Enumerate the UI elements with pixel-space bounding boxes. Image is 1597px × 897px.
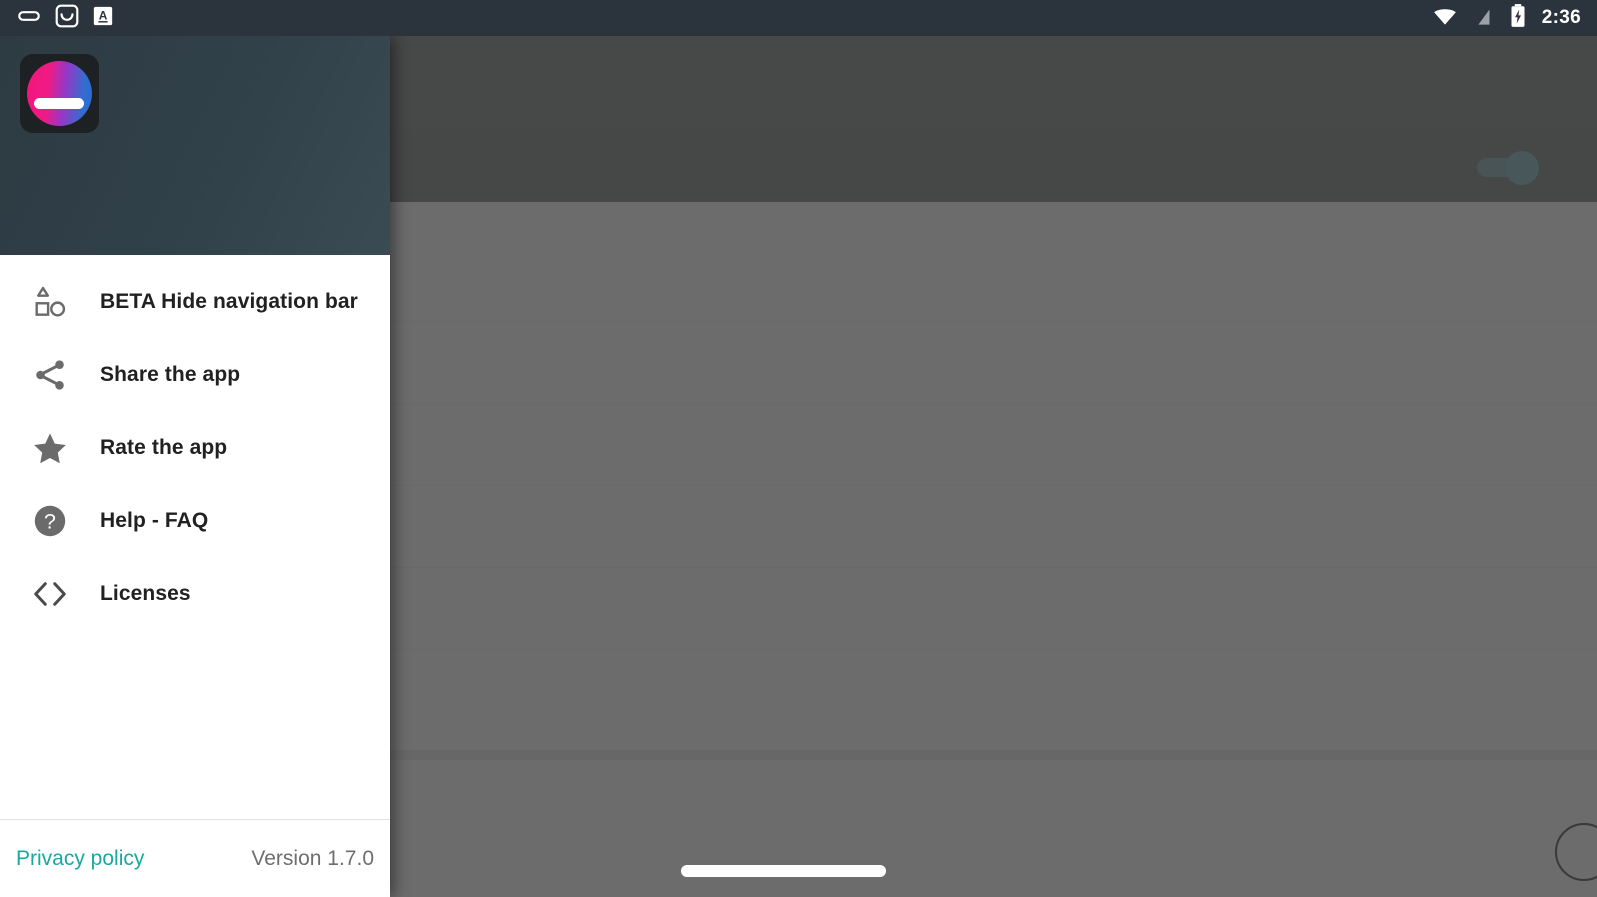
drawer-item-label: Licenses (100, 581, 191, 605)
drawer-menu: BETA Hide navigation bar Share the app R… (0, 255, 390, 819)
drawer-item-label: Rate the app (100, 435, 228, 459)
app-logo-gradient-circle (27, 61, 92, 126)
drawer-footer: Privacy policy Version 1.7.0 (0, 819, 390, 897)
inbox-notification-icon (54, 3, 80, 34)
code-brackets-icon (28, 572, 72, 616)
status-bar-clock: 2:36 (1541, 7, 1581, 28)
drawer-item-label: Share the app (100, 362, 241, 386)
drawer-header (0, 36, 390, 255)
capsule-notification-icon (16, 3, 42, 34)
app-version-label: Version 1.7.0 (251, 846, 374, 870)
font-size-notification-icon: A (92, 5, 114, 32)
cellular-signal-off-icon (1472, 3, 1494, 34)
gesture-home-indicator-overlay[interactable] (681, 865, 886, 877)
navigation-drawer[interactable]: BETA Hide navigation bar Share the app R… (0, 36, 390, 897)
status-bar-notification-icons: A (16, 3, 114, 34)
app-screen: A 2:36 BETA Hide navigation bar Share th… (0, 0, 1597, 897)
navigation-bar-icon (28, 280, 72, 324)
svg-text:A: A (99, 8, 108, 22)
battery-charging-icon (1508, 3, 1528, 34)
drawer-item-rate-the-app[interactable]: Rate the app (0, 411, 390, 484)
wifi-icon (1432, 3, 1458, 34)
privacy-policy-link[interactable]: Privacy policy (16, 847, 144, 871)
help-circle-icon: ? (28, 499, 72, 543)
drawer-item-licenses[interactable]: Licenses (0, 557, 390, 630)
drawer-item-label: Help - FAQ (100, 508, 209, 532)
drawer-item-label: BETA Hide navigation bar (100, 289, 358, 313)
drawer-item-share-the-app[interactable]: Share the app (0, 338, 390, 411)
status-bar-system-icons: 2:36 (1432, 3, 1581, 34)
share-icon (28, 353, 72, 397)
status-bar: A 2:36 (0, 0, 1597, 36)
toggle-thumb (1505, 150, 1539, 185)
drawer-item-hide-navigation-bar[interactable]: BETA Hide navigation bar (0, 265, 390, 338)
svg-text:?: ? (44, 509, 56, 533)
app-logo-navbar-shape (34, 98, 84, 109)
master-toggle[interactable] (1477, 148, 1539, 186)
drawer-item-help-faq[interactable]: ? Help - FAQ (0, 484, 390, 557)
app-logo-icon (20, 54, 99, 133)
star-icon (28, 426, 72, 470)
